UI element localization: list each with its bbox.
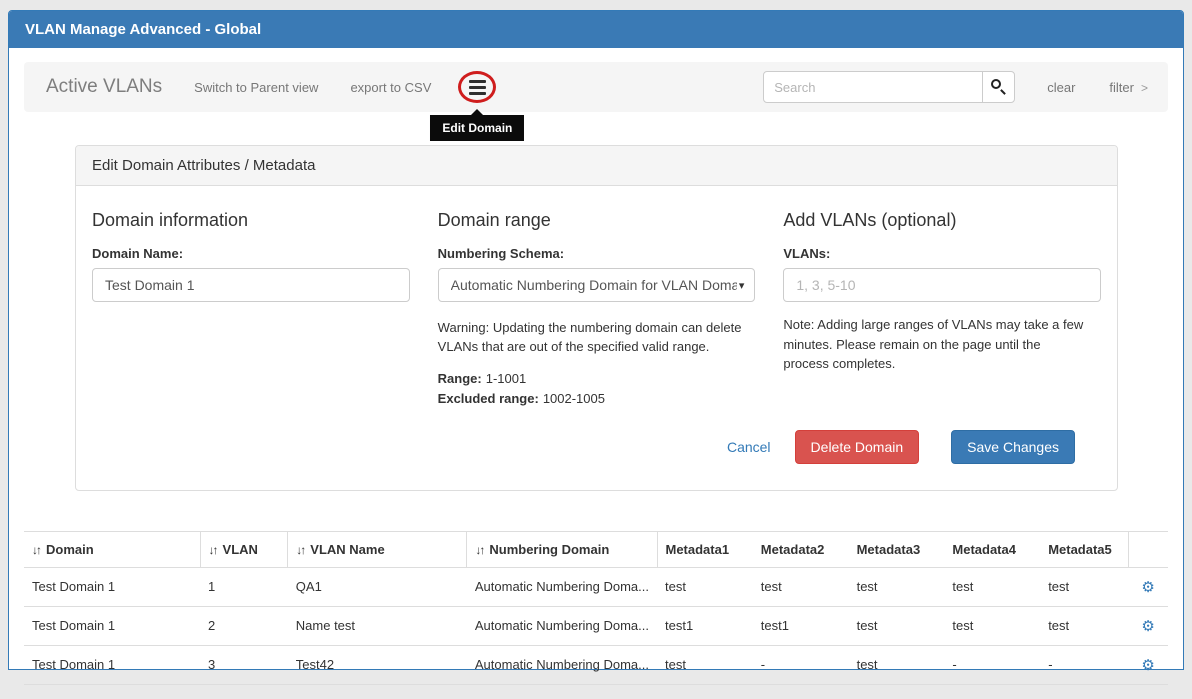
numbering-warning-text: Warning: Updating the numbering domain c… bbox=[438, 319, 756, 357]
gear-icon[interactable]: ⚙ bbox=[1141, 618, 1154, 635]
cell-metadata5: - bbox=[1040, 645, 1128, 684]
export-csv-link[interactable]: export to CSV bbox=[350, 80, 431, 95]
cancel-button[interactable]: Cancel bbox=[727, 439, 771, 455]
col-header-metadata2: Metadata2 bbox=[753, 531, 849, 567]
col-header-metadata5: Metadata5 bbox=[1040, 531, 1128, 567]
numbering-schema-select[interactable]: Automatic Numbering Domain for VLAN Doma… bbox=[438, 268, 756, 302]
chevron-right-icon: > bbox=[1141, 81, 1148, 95]
cell-metadata1: test1 bbox=[657, 606, 753, 645]
cell-metadata4: test bbox=[944, 567, 1040, 606]
excluded-range-value: 1002-1005 bbox=[543, 391, 605, 406]
cell-metadata1: test bbox=[657, 645, 753, 684]
table-row: Test Domain 1 3 Test42 Automatic Numberi… bbox=[24, 645, 1168, 684]
switch-parent-view-link[interactable]: Switch to Parent view bbox=[194, 80, 318, 95]
vlans-note-text: Note: Adding large ranges of VLANs may t… bbox=[783, 315, 1083, 374]
domain-range-section: Domain range Numbering Schema: Automatic… bbox=[438, 202, 756, 406]
cell-metadata1: test bbox=[657, 567, 753, 606]
range-label: Range: bbox=[438, 371, 482, 386]
col-header-actions bbox=[1128, 531, 1168, 567]
cell-vlan: 1 bbox=[200, 567, 288, 606]
cell-vlan-name: QA1 bbox=[288, 567, 467, 606]
search-group bbox=[763, 71, 1015, 103]
vlan-table-area: ↓↑Domain ↓↑VLAN ↓↑VLAN Name ↓↑Numbering … bbox=[24, 531, 1168, 685]
domain-name-input[interactable] bbox=[92, 268, 410, 302]
table-row: Test Domain 1 2 Name test Automatic Numb… bbox=[24, 606, 1168, 645]
edit-domain-panel: Edit Domain Attributes / Metadata Domain… bbox=[75, 145, 1118, 491]
sort-icon[interactable]: ↓↑ bbox=[32, 543, 40, 557]
numbering-schema-label: Numbering Schema: bbox=[438, 246, 756, 261]
cell-numbering-domain: Automatic Numbering Doma... bbox=[467, 567, 657, 606]
table-header-row: ↓↑Domain ↓↑VLAN ↓↑VLAN Name ↓↑Numbering … bbox=[24, 531, 1168, 567]
search-input[interactable] bbox=[763, 71, 983, 103]
add-vlans-heading: Add VLANs (optional) bbox=[783, 210, 1101, 231]
vlan-table: ↓↑Domain ↓↑VLAN ↓↑VLAN Name ↓↑Numbering … bbox=[24, 531, 1168, 685]
cell-metadata3: test bbox=[849, 606, 945, 645]
cell-domain: Test Domain 1 bbox=[24, 567, 200, 606]
cell-metadata2: - bbox=[753, 645, 849, 684]
cell-metadata3: test bbox=[849, 567, 945, 606]
delete-domain-button[interactable]: Delete Domain bbox=[795, 430, 920, 464]
panel-actions: Cancel Delete Domain Save Changes bbox=[92, 430, 1075, 464]
col-header-metadata4: Metadata4 bbox=[944, 531, 1040, 567]
cell-vlan: 2 bbox=[200, 606, 288, 645]
range-line: Range: 1-1001 bbox=[438, 371, 756, 386]
sort-icon[interactable]: ↓↑ bbox=[296, 543, 304, 557]
add-vlans-section: Add VLANs (optional) VLANs: Note: Adding… bbox=[783, 202, 1101, 406]
search-icon bbox=[991, 79, 1001, 89]
col-header-metadata1: Metadata1 bbox=[657, 531, 753, 567]
excluded-range-label: Excluded range: bbox=[438, 391, 539, 406]
edit-panel-title: Edit Domain Attributes / Metadata bbox=[76, 146, 1117, 186]
domain-information-heading: Domain information bbox=[92, 210, 410, 231]
sort-icon[interactable]: ↓↑ bbox=[475, 543, 483, 557]
vlans-input[interactable] bbox=[783, 268, 1101, 302]
page-title: VLAN Manage Advanced - Global bbox=[9, 11, 1183, 48]
cell-numbering-domain: Automatic Numbering Doma... bbox=[467, 645, 657, 684]
cell-metadata5: test bbox=[1040, 606, 1128, 645]
col-header-vlan-name[interactable]: ↓↑VLAN Name bbox=[288, 531, 467, 567]
clear-link[interactable]: clear bbox=[1047, 80, 1075, 95]
cell-vlan-name: Test42 bbox=[288, 645, 467, 684]
cell-metadata3: test bbox=[849, 645, 945, 684]
col-header-domain[interactable]: ↓↑Domain bbox=[24, 531, 200, 567]
cell-numbering-domain: Automatic Numbering Doma... bbox=[467, 606, 657, 645]
cell-vlan: 3 bbox=[200, 645, 288, 684]
cell-metadata5: test bbox=[1040, 567, 1128, 606]
col-header-metadata3: Metadata3 bbox=[849, 531, 945, 567]
cell-domain: Test Domain 1 bbox=[24, 606, 200, 645]
edit-domain-menu[interactable]: Edit Domain bbox=[465, 75, 489, 99]
domain-name-label: Domain Name: bbox=[92, 246, 410, 261]
toolbar: Active VLANs Switch to Parent view expor… bbox=[24, 62, 1168, 112]
hamburger-icon[interactable] bbox=[469, 80, 486, 95]
active-vlans-heading: Active VLANs bbox=[46, 76, 162, 98]
gear-icon[interactable]: ⚙ bbox=[1141, 579, 1154, 596]
cell-metadata4: - bbox=[944, 645, 1040, 684]
sort-icon[interactable]: ↓↑ bbox=[209, 543, 217, 557]
cell-domain: Test Domain 1 bbox=[24, 645, 200, 684]
domain-information-section: Domain information Domain Name: bbox=[92, 202, 410, 406]
domain-range-heading: Domain range bbox=[438, 210, 756, 231]
save-changes-button[interactable]: Save Changes bbox=[951, 430, 1075, 464]
col-header-numbering-domain[interactable]: ↓↑Numbering Domain bbox=[467, 531, 657, 567]
cell-metadata2: test1 bbox=[753, 606, 849, 645]
range-value: 1-1001 bbox=[486, 371, 526, 386]
cell-vlan-name: Name test bbox=[288, 606, 467, 645]
vlan-manage-card: VLAN Manage Advanced - Global Active VLA… bbox=[8, 10, 1184, 670]
gear-icon[interactable]: ⚙ bbox=[1141, 657, 1154, 674]
numbering-schema-value: Automatic Numbering Domain for VLAN Doma bbox=[451, 277, 737, 293]
table-row: Test Domain 1 1 QA1 Automatic Numbering … bbox=[24, 567, 1168, 606]
search-button[interactable] bbox=[982, 71, 1015, 103]
filter-link[interactable]: filter> bbox=[1109, 80, 1148, 95]
chevron-down-icon: ▾ bbox=[739, 279, 745, 292]
cell-metadata4: test bbox=[944, 606, 1040, 645]
excluded-range-line: Excluded range: 1002-1005 bbox=[438, 391, 756, 406]
cell-metadata2: test bbox=[753, 567, 849, 606]
col-header-vlan[interactable]: ↓↑VLAN bbox=[200, 531, 288, 567]
vlans-label: VLANs: bbox=[783, 246, 1101, 261]
edit-domain-tooltip: Edit Domain bbox=[430, 115, 524, 141]
